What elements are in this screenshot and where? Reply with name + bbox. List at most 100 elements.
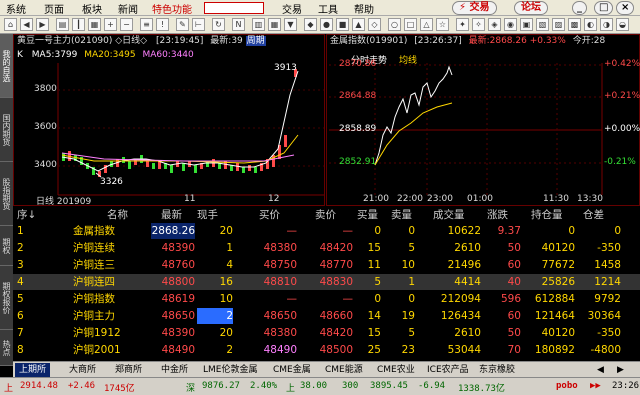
table-row[interactable]: 6 沪铜主力 48650 2 48650 48660 14 19 126434 60 121464 3… [13, 308, 640, 324]
ma5-line [61, 70, 299, 172]
menu-news[interactable]: 新闻 [118, 1, 138, 16]
kline-icon[interactable]: ┃ [72, 18, 85, 31]
col-vol-now[interactable]: 现手 [197, 207, 218, 223]
cell-open-int: 0 [568, 225, 575, 237]
col-turnover[interactable]: 成交量 [433, 207, 465, 223]
col-oi-diff[interactable]: 仓差 [583, 207, 604, 223]
tool-icon-2[interactable]: ● [320, 18, 333, 31]
tool-icon-18[interactable]: ◐ [584, 18, 597, 31]
col-seq[interactable]: 序↓ [17, 207, 36, 223]
tool-icon-19[interactable]: ◑ [600, 18, 613, 31]
minimize-button[interactable]: _ [572, 1, 587, 15]
back-icon[interactable]: ◀ [20, 18, 33, 31]
sidebar-tab-domestic-futures[interactable]: 国内期货 [0, 98, 13, 162]
sidebar-tab-hot[interactable]: 热点 [0, 330, 13, 366]
sidebar-tab-options[interactable]: 期权 [0, 226, 13, 266]
tool-icon-10[interactable]: ✦ [456, 18, 469, 31]
col-name[interactable]: 名称 [107, 207, 128, 223]
table-row[interactable]: 3 沪铜连三 48760 4 48750 48770 11 10 21496 60 77672 145… [13, 257, 640, 273]
tab-shfe[interactable]: 上期所 [15, 363, 51, 377]
table-row[interactable]: 4 沪铜连四 48800 16 48810 48830 5 1 4414 40 25826 1214 [13, 274, 640, 290]
tab-cme-metals[interactable]: CME金属 [269, 363, 315, 377]
table-icon[interactable]: ▦ [268, 18, 281, 31]
tool-icon-3[interactable]: ■ [336, 18, 349, 31]
tool-icon-8[interactable]: △ [420, 18, 433, 31]
close-button[interactable]: × [616, 1, 635, 15]
tab-ice-agri[interactable]: ICE农产品 [423, 363, 473, 377]
zoom-out-icon[interactable]: − [120, 18, 133, 31]
tab-scroll-right[interactable]: ▶ [613, 363, 628, 377]
table-row[interactable]: 5 沪铜指数 48619 10 — — 0 0 212094 596 612884 9792 [13, 291, 640, 307]
menu-system[interactable]: 系统 [6, 1, 26, 16]
table-row[interactable]: 8 沪铜2001 48490 2 48490 48500 25 23 53044 70 180892… [13, 342, 640, 358]
maximize-button[interactable]: □ [594, 1, 614, 15]
menu-help[interactable]: 帮助 [354, 1, 374, 16]
news-icon[interactable]: N [232, 18, 245, 31]
col-ask-vol[interactable]: 卖量 [391, 207, 412, 223]
col-open-int[interactable]: 持仓量 [531, 207, 563, 223]
tool-icon-14[interactable]: ▣ [520, 18, 533, 31]
menu-sector[interactable]: 板块 [82, 1, 102, 16]
tool-icon-11[interactable]: ✧ [472, 18, 485, 31]
tab-cme-energy[interactable]: CME能源 [321, 363, 367, 377]
table-row[interactable]: 2 沪铜连续 48390 1 48380 48420 15 5 2610 50 40120 -350 [13, 240, 640, 256]
tool-icon-5[interactable]: ◇ [368, 18, 381, 31]
tool-icon-6[interactable]: ○ [388, 18, 401, 31]
tool-icon-7[interactable]: □ [404, 18, 417, 31]
sidebar-tab-watchlist[interactable]: 我的自选 [0, 34, 13, 98]
tab-czce[interactable]: 郑商所 [111, 363, 146, 377]
sidebar-tab-index-futures[interactable]: 股指期货 [0, 162, 13, 226]
col-bid[interactable]: 买价 [259, 207, 280, 223]
tab-lme[interactable]: LME伦敦金属 [199, 363, 261, 377]
list-icon[interactable]: ≡ [140, 18, 153, 31]
table-row[interactable]: 7 沪铜1912 48390 20 48380 48420 15 5 2610 50 40120 -3… [13, 325, 640, 341]
tool-icon-15[interactable]: ▧ [536, 18, 549, 31]
menu-page[interactable]: 页面 [44, 1, 64, 16]
table-row[interactable]: 1 金属指数 2868.26 20 — — 0 0 10622 9.37 0 0 [13, 223, 640, 239]
filter-icon[interactable]: ▼ [284, 18, 297, 31]
forward-icon[interactable]: ▶ [36, 18, 49, 31]
menu-special-features[interactable]: 特色功能 [152, 1, 192, 16]
tab-cffex[interactable]: 中金所 [157, 363, 192, 377]
chart-icon[interactable]: ▤ [56, 18, 69, 31]
tab-cme-agri[interactable]: CME农业 [373, 363, 419, 377]
draw-icon[interactable]: ✎ [176, 18, 189, 31]
grid-icon[interactable]: ▦ [88, 18, 101, 31]
cell-open-int: 121464 [534, 310, 575, 322]
status-c-count: 300 [342, 381, 359, 391]
home-icon[interactable]: ⌂ [4, 18, 17, 31]
tool-icon-16[interactable]: ▨ [552, 18, 565, 31]
tab-dce[interactable]: 大商所 [65, 363, 100, 377]
cell-ask: 48660 [319, 310, 353, 322]
forum-button[interactable]: 论坛 [514, 1, 548, 15]
tool-icon-1[interactable]: ◆ [304, 18, 317, 31]
intraday-pct-2: +0.00% [604, 124, 640, 134]
tab-tocom-rubber[interactable]: 东京橡胶 [475, 363, 519, 377]
col-ask[interactable]: 卖价 [315, 207, 336, 223]
alert-icon[interactable]: ! [156, 18, 169, 31]
col-bid-vol[interactable]: 买量 [357, 207, 378, 223]
search-box[interactable] [204, 2, 264, 14]
tool-icon-12[interactable]: ◈ [488, 18, 501, 31]
col-change[interactable]: 涨跌 [487, 207, 508, 223]
tool-icon-13[interactable]: ◉ [504, 18, 517, 31]
col-latest[interactable]: 最新 [161, 207, 182, 223]
tool-icon-20[interactable]: ◒ [616, 18, 629, 31]
ticker-icon[interactable]: ▶▶ [590, 381, 601, 391]
intraday-panel[interactable]: 金属指数(019901) [23:26:37] 最新:2868.26 +0.33… [326, 34, 640, 206]
tool-icon-17[interactable]: ▩ [568, 18, 581, 31]
menu-tools[interactable]: 工具 [318, 1, 338, 16]
kline-panel[interactable]: 黄豆一号主力(021090) ◇日线◇ [23:19:45] 最新:39 周期 … [13, 34, 325, 207]
cell-bid-vol: 5 [374, 276, 381, 288]
stats-icon[interactable]: ▥ [252, 18, 265, 31]
ruler-icon[interactable]: ⊢ [192, 18, 205, 31]
zoom-in-icon[interactable]: + [104, 18, 117, 31]
tool-icon-9[interactable]: ☆ [436, 18, 449, 31]
trade-button[interactable]: ⚡ 交易 [452, 1, 497, 15]
status-bar: 上 2914.48 +2.46 1745亿 深 9876.27 2.40% 上 … [0, 377, 640, 395]
tab-scroll-left[interactable]: ◀ [593, 363, 608, 377]
sidebar-tab-option-quotes[interactable]: 期权报价 [0, 266, 13, 330]
tool-icon-4[interactable]: ▲ [352, 18, 365, 31]
refresh-icon[interactable]: ↻ [212, 18, 225, 31]
menu-trade[interactable]: 交易 [282, 1, 302, 16]
